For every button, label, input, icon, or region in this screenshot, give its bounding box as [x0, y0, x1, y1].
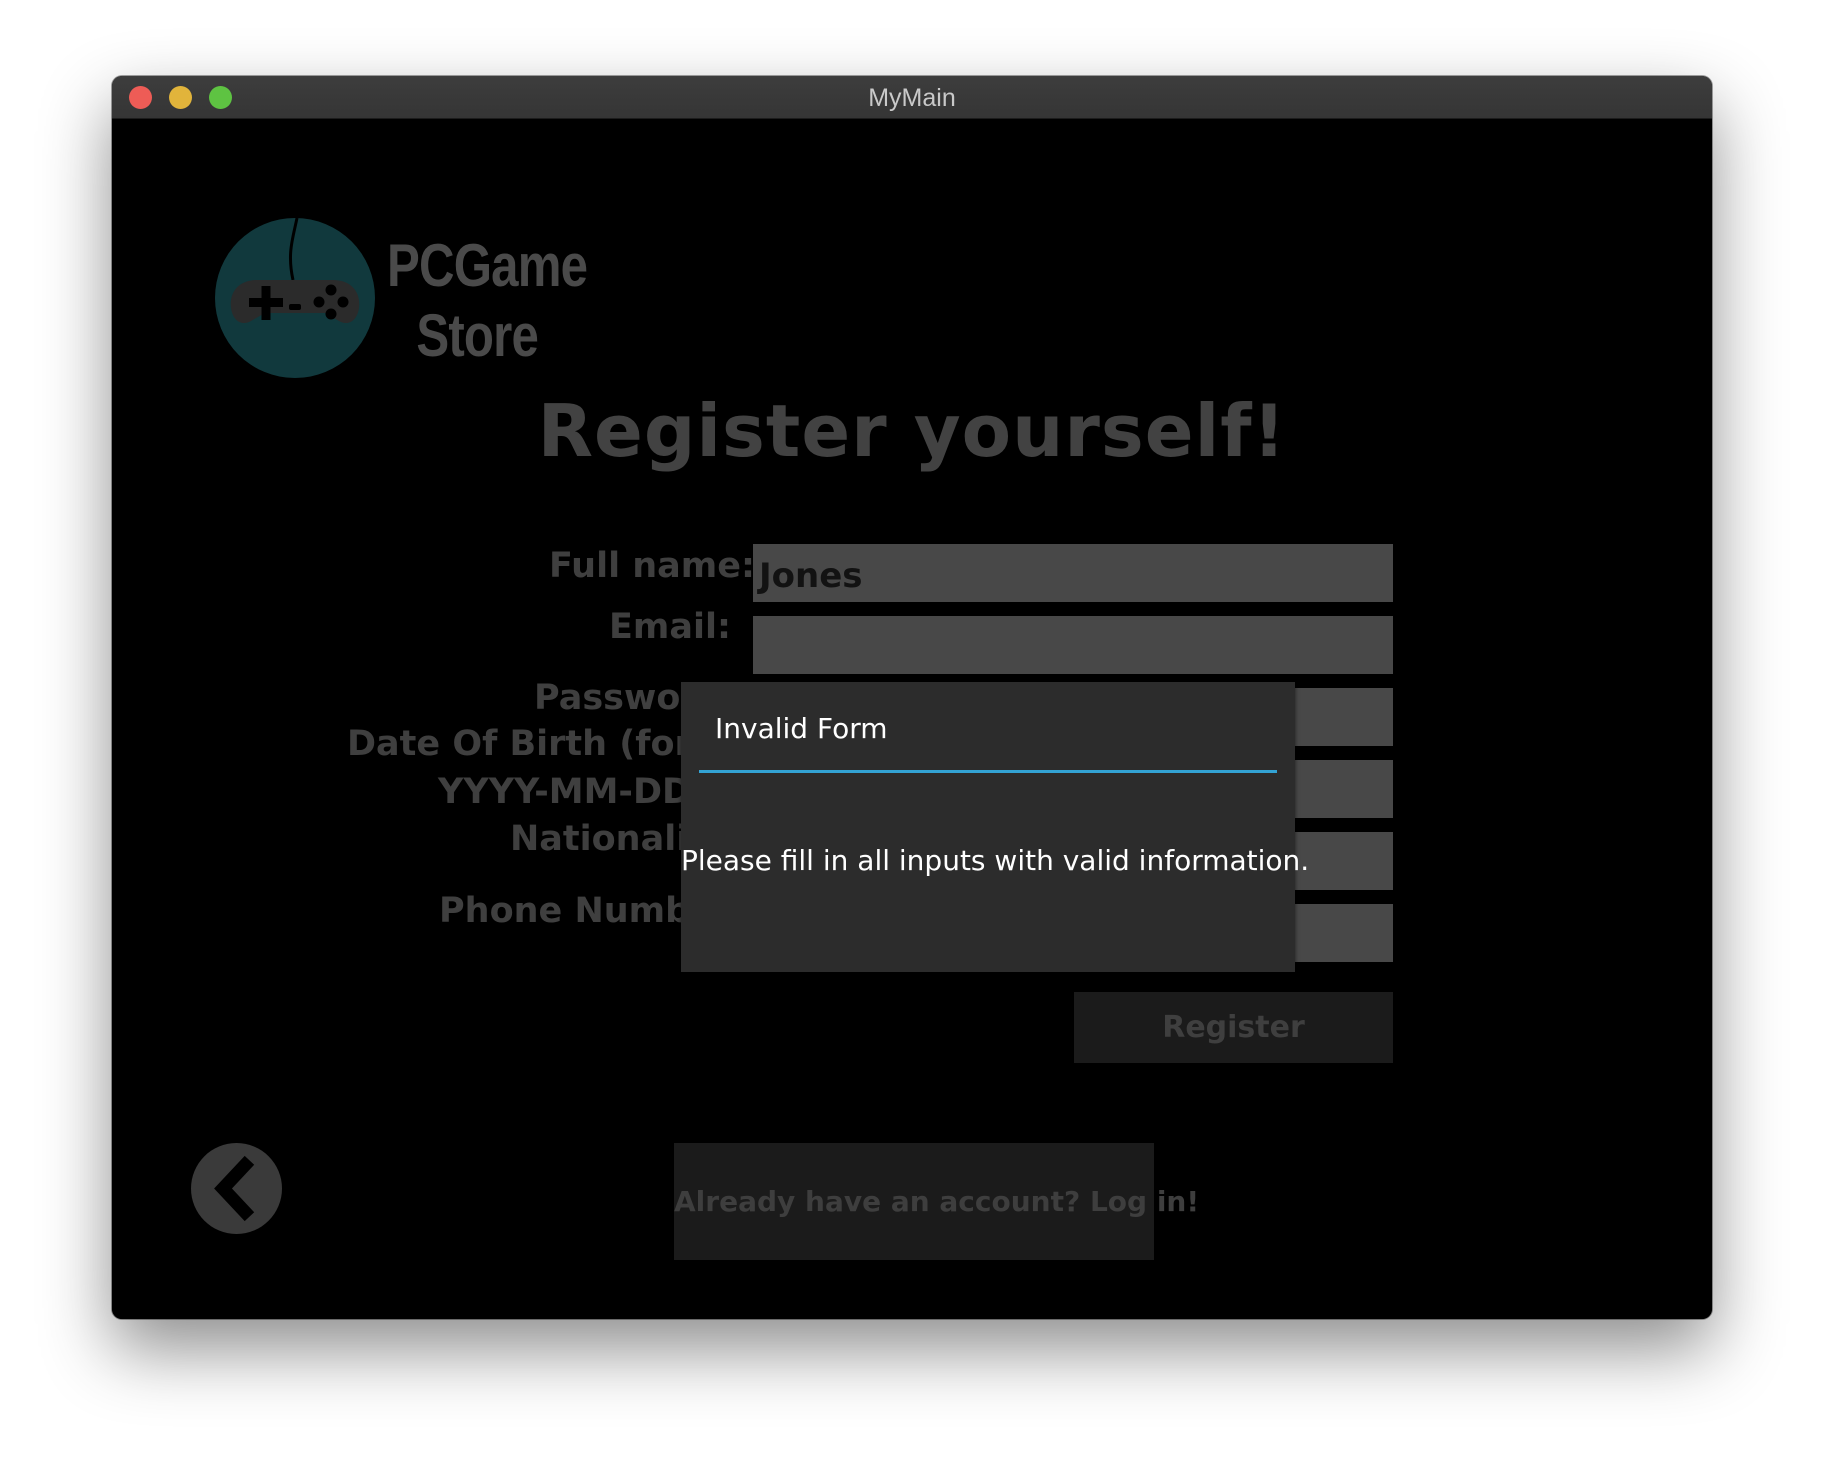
logo-wordmark: PCGame Store [387, 231, 588, 371]
dob-label-line2: YYYY-MM-DD [438, 772, 692, 812]
dialog-title: Invalid Form [715, 712, 888, 745]
logo-line1: PCGame [387, 232, 588, 299]
dialog-divider [699, 770, 1277, 773]
invalid-form-dialog[interactable]: Invalid Form Please fill in all inputs w… [681, 682, 1310, 972]
logo-line2: Store [416, 302, 539, 369]
register-screen: PCGame Store Register yourself! Full nam… [112, 119, 1712, 1319]
dialog-message: Please fill in all inputs with valid inf… [681, 844, 1310, 877]
login-link-button[interactable]: Already have an account? Log in! [674, 1143, 1199, 1260]
chevron-left-icon [214, 1155, 255, 1222]
gamepad-icon [230, 218, 360, 324]
logo-badge [215, 218, 375, 378]
titlebar[interactable]: MyMain [112, 76, 1712, 119]
back-button[interactable] [191, 1143, 282, 1234]
register-button[interactable]: Register [1074, 992, 1393, 1063]
full-name-label: Full name: [549, 546, 756, 586]
app-window: MyMain PCGame Store Register yourself! F… [112, 76, 1712, 1319]
email-field[interactable] [753, 616, 1393, 674]
full-name-field[interactable]: Jones [753, 544, 1393, 602]
window-title: MyMain [868, 84, 956, 112]
page-title: Register yourself! [537, 389, 1287, 473]
email-label: Email: [609, 607, 731, 647]
